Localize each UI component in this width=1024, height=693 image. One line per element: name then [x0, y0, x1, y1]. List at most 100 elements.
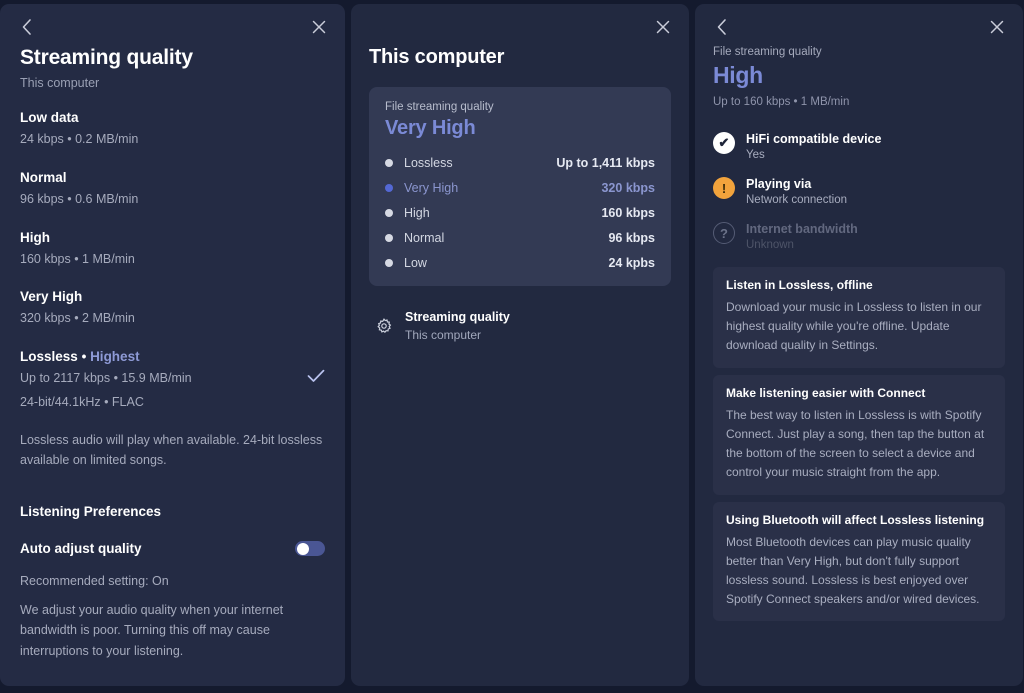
status-hifi-compatible-device: ✔ HiFi compatible device Yes	[713, 132, 1005, 161]
file-streaming-quality-label: File streaming quality	[713, 46, 822, 58]
status-playing-via: ! Playing via Network connection	[713, 177, 1005, 206]
file-streaming-quality-value: High	[713, 62, 763, 88]
quality-option-detail: 320 kbps • 2 MB/min	[20, 311, 135, 326]
middle-panel-body: This computer File streaming quality Ver…	[351, 46, 689, 344]
bitrate-row-high[interactable]: High 160 kbps	[385, 206, 655, 220]
bitrate-row-low[interactable]: Low 24 kpbs	[385, 256, 655, 270]
status-text: HiFi compatible device Yes	[746, 132, 881, 161]
bitrate-name: High	[404, 206, 430, 220]
quality-option-detail-secondary: 24-bit/44.1kHz • FLAC	[20, 394, 144, 409]
tip-heading: Listen in Lossless, offline	[726, 278, 873, 292]
bitrate-value: 96 kbps	[608, 231, 655, 245]
auto-adjust-quality-toggle[interactable]	[295, 541, 325, 556]
status-title: HiFi compatible device	[746, 132, 882, 146]
lossless-note: Lossless audio will play when available.…	[20, 432, 323, 467]
check-icon	[307, 369, 325, 388]
quality-option-name: Low data	[20, 110, 79, 125]
quality-option-detail: Up to 2117 kbps • 15.9 MB/min	[20, 371, 192, 385]
lossless-label: Lossless	[20, 349, 78, 364]
tip-heading: Make listening easier with Connect	[726, 385, 926, 400]
tip-body: The best way to listen in Lossless is wi…	[726, 407, 985, 479]
auto-adjust-description: We adjust your audio quality when your i…	[20, 603, 284, 658]
quality-option-name: Very High	[20, 289, 83, 305]
file-streaming-quality-card: File streaming quality Very High Lossles…	[369, 87, 671, 286]
bitrate-value: 160 kbps	[601, 206, 655, 220]
quality-option-very-high[interactable]: Very High 320 kbps • 2 MB/min	[20, 289, 325, 328]
page-subtitle: This computer	[20, 76, 100, 90]
setting-row-text: Streaming quality This computer	[405, 310, 510, 342]
quality-option-lossless[interactable]: Lossless • Highest Up to 2117 kbps • 15.…	[20, 349, 325, 412]
quality-option-detail: 24 kbps • 0.2 MB/min	[20, 132, 139, 146]
status-text: Playing via Network connection	[746, 177, 847, 206]
check-circle-icon: ✔	[713, 132, 735, 154]
card-label: File streaming quality	[385, 101, 494, 113]
tip-body: Download your music in Lossless to liste…	[726, 300, 982, 352]
bullet-icon	[385, 234, 393, 242]
bullet-icon	[385, 259, 393, 267]
warning-circle-icon: !	[713, 177, 735, 199]
auto-adjust-quality-label: Auto adjust quality	[20, 541, 142, 556]
quality-option-low-data[interactable]: Low data 24 kbps • 0.2 MB/min	[20, 110, 325, 149]
tip-listen-in-lossless-offline: Listen in Lossless, offline Download you…	[713, 267, 1005, 368]
tip-bluetooth-affects-lossless: Using Bluetooth will affect Lossless lis…	[713, 501, 1005, 622]
status-title: Playing via	[746, 177, 812, 191]
bullet-icon	[385, 209, 393, 217]
back-icon[interactable]	[13, 14, 39, 40]
auto-adjust-quality-row[interactable]: Auto adjust quality	[20, 541, 325, 556]
bitrate-name: Normal	[404, 231, 445, 245]
recommended-setting-text: Recommended setting: On	[20, 574, 169, 588]
back-icon[interactable]	[708, 14, 734, 40]
quality-option-list: Low data 24 kbps • 0.2 MB/min Normal 96 …	[20, 110, 325, 412]
status-value: Yes	[746, 149, 765, 161]
question-circle-icon: ?	[713, 222, 735, 244]
bullet-icon	[385, 159, 393, 167]
status-title: Internet bandwidth	[746, 222, 858, 236]
right-panel-body: File streaming quality High Up to 160 kb…	[695, 46, 1023, 622]
middle-panel-title: This computer	[369, 46, 505, 68]
bitrate-name: Lossless	[404, 156, 453, 170]
app-root: Streaming quality This computer Low data…	[0, 0, 1024, 693]
streaming-quality-setting-row[interactable]: Streaming quality This computer	[369, 308, 671, 344]
quality-option-high[interactable]: High 160 kbps • 1 MB/min	[20, 230, 325, 269]
bitrate-value: Up to 1,411 kbps	[556, 156, 655, 170]
close-icon[interactable]	[650, 14, 676, 40]
bitrate-name: Very High	[404, 181, 459, 195]
file-streaming-quality-sub: Up to 160 kbps • 1 MB/min	[713, 96, 850, 108]
tip-make-listening-easier-with-connect: Make listening easier with Connect The b…	[713, 374, 1005, 495]
card-current-value: Very High	[385, 117, 476, 139]
status-internet-bandwidth: ? Internet bandwidth Unknown	[713, 222, 1005, 251]
listening-preferences-heading: Listening Preferences	[20, 504, 162, 519]
quality-option-normal[interactable]: Normal 96 kbps • 0.6 MB/min	[20, 170, 325, 209]
setting-row-subtitle: This computer	[405, 328, 482, 342]
bitrate-value: 320 kbps	[601, 181, 655, 195]
bitrate-row-very-high[interactable]: Very High 320 kbps	[385, 181, 655, 195]
status-value: Network connection	[746, 194, 847, 206]
right-panel-toolbar	[695, 4, 1023, 46]
left-panel-toolbar	[0, 4, 345, 46]
quality-option-name: High	[20, 229, 50, 245]
quality-option-name: Normal	[20, 169, 67, 185]
bitrate-name: Low	[404, 256, 427, 270]
bullet-icon	[385, 184, 393, 192]
close-icon[interactable]	[984, 14, 1010, 40]
page-title: Streaming quality	[20, 46, 193, 69]
tips-list: Listen in Lossless, offline Download you…	[713, 267, 1005, 622]
quality-option-detail: 160 kbps • 1 MB/min	[20, 251, 135, 266]
quality-option-detail: 96 kbps • 0.6 MB/min	[20, 191, 139, 206]
this-computer-panel: This computer File streaming quality Ver…	[351, 4, 689, 686]
status-value: Unknown	[746, 239, 794, 251]
tip-heading: Using Bluetooth will affect Lossless lis…	[726, 512, 985, 527]
close-icon[interactable]	[306, 14, 332, 40]
playback-details-panel: File streaming quality High Up to 160 kb…	[695, 4, 1023, 686]
bitrate-row-lossless[interactable]: Lossless Up to 1,411 kbps	[385, 156, 655, 170]
bitrate-value: 24 kpbs	[608, 256, 655, 270]
bitrate-row-normal[interactable]: Normal 96 kbps	[385, 231, 655, 245]
middle-panel-toolbar	[351, 4, 689, 46]
streaming-quality-panel: Streaming quality This computer Low data…	[0, 4, 345, 686]
setting-row-title: Streaming quality	[405, 310, 510, 324]
status-text: Internet bandwidth Unknown	[746, 222, 858, 251]
quality-option-name: Lossless • Highest	[20, 349, 325, 364]
toggle-knob	[296, 542, 309, 555]
left-panel-body: Streaming quality This computer Low data…	[0, 46, 345, 661]
lossless-badge: Highest	[90, 349, 140, 364]
